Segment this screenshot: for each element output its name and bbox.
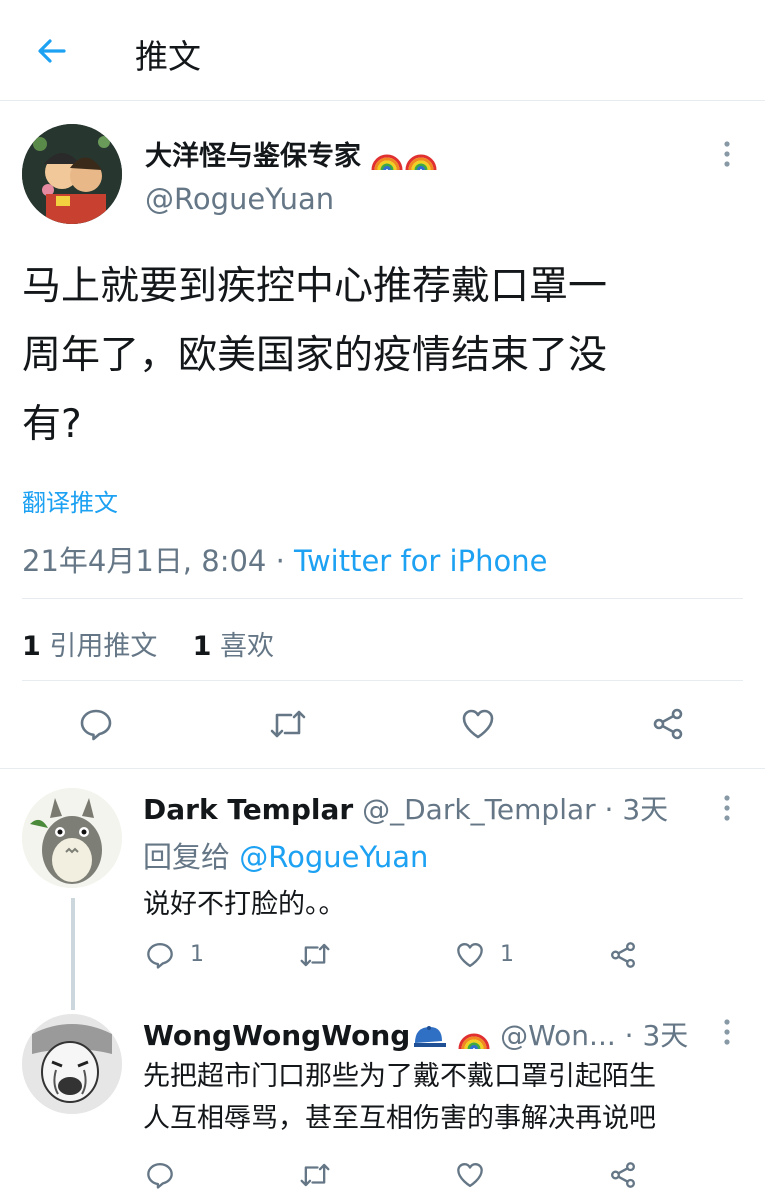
rainbow-icon [404, 144, 438, 172]
tweet-source-link[interactable]: Twitter for iPhone [294, 544, 547, 578]
divider [22, 598, 743, 599]
reply-count: 1 [190, 942, 204, 967]
reply-header: WongWongWong @Won... · 3天 [143, 1014, 688, 1054]
reply-icon[interactable] [145, 1160, 175, 1190]
avatar[interactable] [22, 1014, 122, 1114]
retweet-icon[interactable] [298, 940, 332, 970]
reply-time: · 3天 [604, 793, 669, 826]
more-options-icon[interactable] [722, 794, 732, 822]
like-count[interactable]: 1 喜欢 [193, 631, 274, 662]
more-options-icon[interactable] [722, 1018, 732, 1046]
share-icon[interactable] [650, 706, 686, 742]
reply-handle[interactable]: @Won... [500, 1019, 616, 1052]
retweet-icon[interactable] [268, 706, 308, 742]
user-handle[interactable]: @RogueYuan [145, 182, 334, 216]
retweet-icon[interactable] [298, 1160, 332, 1190]
reply-icon[interactable] [145, 940, 175, 970]
translate-tweet-link[interactable]: 翻译推文 [22, 483, 118, 518]
reply-handle[interactable]: @_Dark_Templar [362, 793, 596, 826]
page-title: 推文 [135, 37, 201, 76]
thread-connector-line [71, 898, 75, 1010]
display-name[interactable]: 大洋怪与鉴保专家 [145, 134, 438, 173]
tweet-text: 马上就要到疾控中心推荐戴口罩一 周年了，欧美国家的疫情结束了没 有? [22, 264, 608, 447]
blue-cap-icon [410, 1023, 448, 1051]
back-arrow-icon[interactable] [36, 35, 68, 67]
divider [0, 768, 765, 769]
divider [22, 680, 743, 681]
reply-text: 先把超市门口那些为了戴不戴口罩引起陌生 人互相辱骂，甚至互相伤害的事解决再说吧 [143, 1061, 656, 1134]
reply-header: Dark Templar @_Dark_Templar · 3天 [143, 788, 668, 828]
avatar[interactable] [22, 788, 122, 888]
reply-to: 回复给 @RogueYuan [143, 840, 429, 874]
avatar[interactable] [22, 124, 122, 224]
reply-time: · 3天 [624, 1019, 689, 1052]
quote-count[interactable]: 1 引用推文 [22, 631, 157, 662]
reply-display-name[interactable]: Dark Templar [143, 793, 353, 826]
share-icon[interactable] [608, 1160, 638, 1190]
share-icon[interactable] [608, 940, 638, 970]
like-heart-icon[interactable] [455, 940, 485, 970]
rainbow-icon [457, 1023, 491, 1051]
like-heart-icon[interactable] [460, 706, 496, 742]
tweet-stats: 1 引用推文 1 喜欢 [22, 624, 274, 663]
header-divider [0, 100, 765, 101]
reply-display-name[interactable]: WongWongWong [143, 1019, 410, 1052]
tweet-meta: 21年4月1日, 8:04 · Twitter for iPhone [22, 538, 547, 580]
more-options-icon[interactable] [722, 140, 732, 168]
reply-to-handle-link[interactable]: @RogueYuan [239, 840, 428, 874]
reply-icon[interactable] [78, 706, 114, 742]
like-heart-icon[interactable] [455, 1160, 485, 1190]
like-count: 1 [500, 942, 514, 967]
rainbow-icon [370, 144, 404, 172]
tweet-date: 21年4月1日, 8:04 · [22, 544, 285, 578]
reply-text: 说好不打脸的。。 [143, 889, 346, 920]
